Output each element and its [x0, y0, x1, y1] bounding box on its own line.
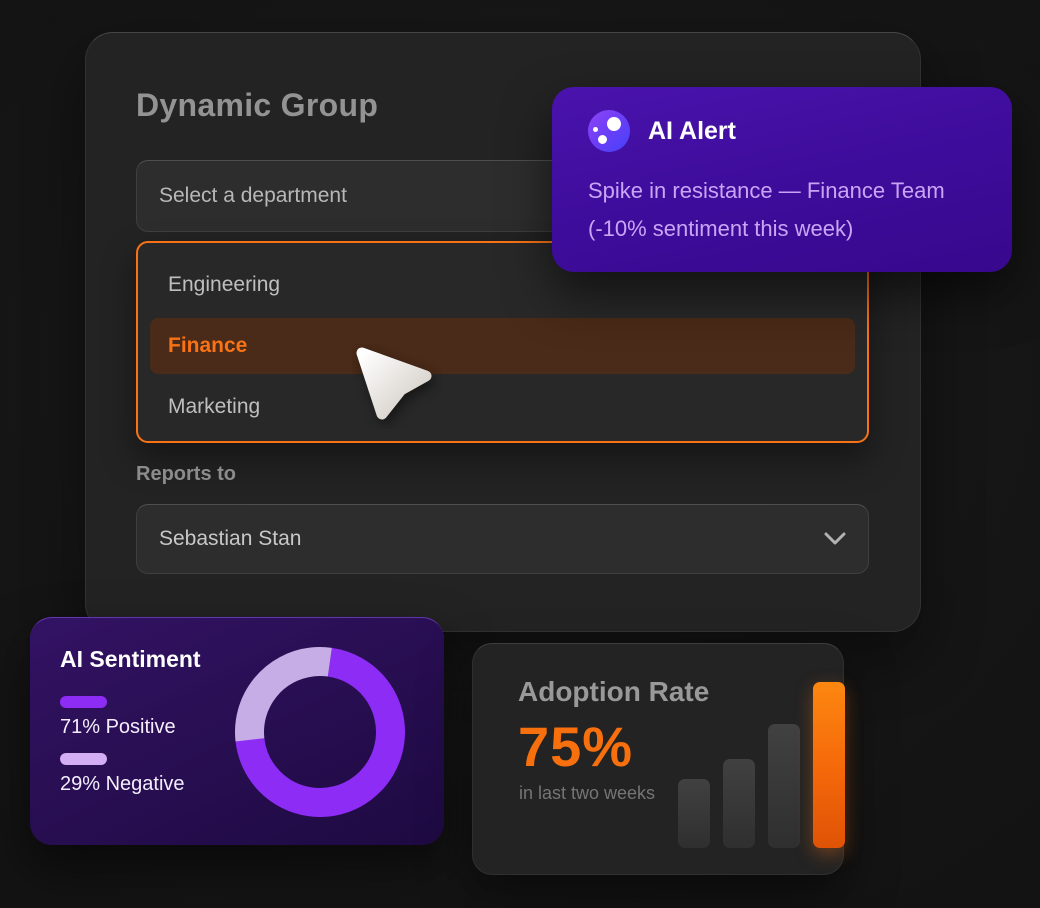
- legend-swatch-negative: [60, 753, 107, 765]
- adoption-bar-chart: [678, 682, 845, 848]
- ai-sentiment-title: AI Sentiment: [60, 646, 201, 672]
- adoption-rate-subtitle: in last two weeks: [519, 783, 656, 803]
- bar: [768, 724, 800, 848]
- bar: [723, 759, 755, 848]
- dropdown-option-marketing[interactable]: Marketing: [150, 379, 855, 435]
- ai-sentiment-card: AI Sentiment 71% Positive 29% Negative: [30, 617, 444, 845]
- legend-swatch-positive: [60, 696, 107, 708]
- option-label: Engineering: [168, 273, 281, 296]
- dropdown-option-finance[interactable]: Finance: [150, 318, 855, 374]
- legend-label-positive: 71% Positive: [60, 716, 176, 738]
- ai-alert-title: AI Alert: [648, 116, 736, 145]
- adoption-rate-card: Adoption Rate 75% in last two weeks: [472, 643, 845, 875]
- ai-sparkle-icon: [588, 110, 630, 152]
- reports-to-value: Sebastian Stan: [159, 527, 302, 550]
- reports-to-select[interactable]: Sebastian Stan: [136, 504, 869, 574]
- bar-highlighted: [813, 682, 845, 848]
- dashboard-mockup: Dynamic Group Select a department Engine…: [0, 0, 1040, 908]
- department-select-placeholder: Select a department: [159, 184, 347, 207]
- chevron-down-icon: [824, 532, 846, 545]
- option-label: Finance: [168, 334, 248, 357]
- legend-label-negative: 29% Negative: [60, 773, 185, 795]
- ai-alert-message: Spike in resistance — Finance Team (-10%…: [588, 178, 945, 241]
- adoption-rate-value: 75%: [518, 715, 634, 778]
- sentiment-donut-chart: [235, 647, 405, 817]
- option-label: Marketing: [168, 395, 261, 418]
- ai-alert-card: AI Alert Spike in resistance — Finance T…: [552, 87, 1012, 272]
- page-title: Dynamic Group: [136, 87, 379, 123]
- bar: [678, 779, 710, 848]
- reports-to-label: Reports to: [136, 463, 236, 485]
